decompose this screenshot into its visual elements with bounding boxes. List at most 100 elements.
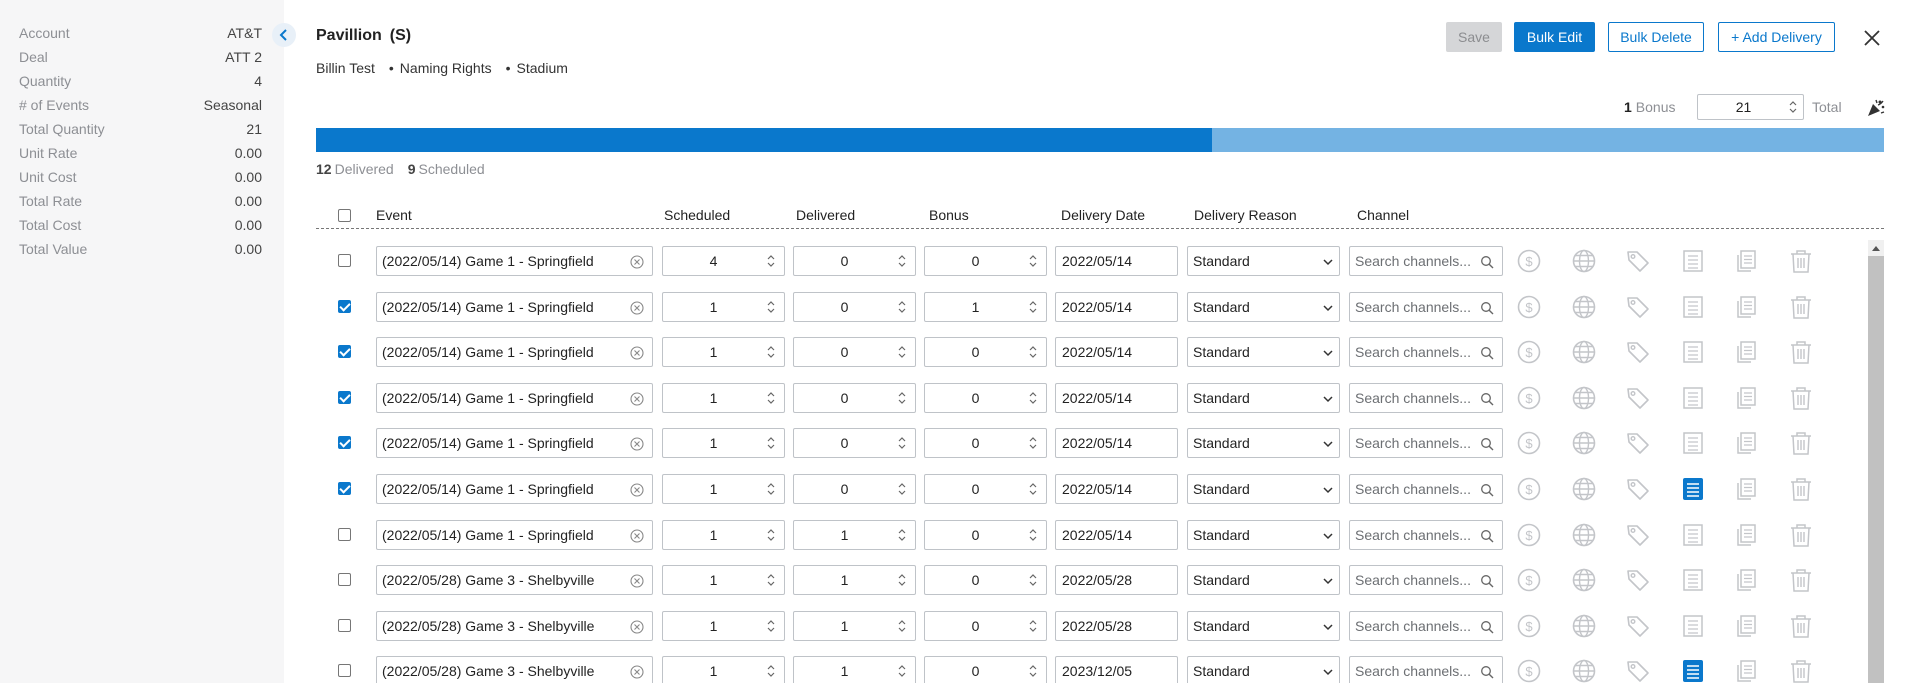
notes-icon[interactable] — [1680, 613, 1706, 639]
spinner-icon[interactable] — [764, 571, 778, 589]
row-checkbox[interactable] — [338, 618, 351, 632]
delivered-input[interactable]: 0 — [793, 382, 916, 413]
delivery-date-input[interactable]: 2022/05/14 — [1055, 246, 1178, 276]
delivery-reason-select[interactable]: Standard — [1187, 656, 1340, 683]
dollar-icon[interactable]: $ — [1516, 567, 1542, 593]
copy-icon[interactable] — [1734, 567, 1760, 593]
tag-icon[interactable] — [1625, 476, 1651, 502]
globe-icon[interactable] — [1571, 385, 1597, 411]
spinner-icon[interactable] — [1026, 662, 1040, 680]
spinner-icon[interactable] — [895, 526, 909, 544]
delivery-reason-select[interactable]: Standard — [1187, 337, 1340, 368]
clear-icon[interactable] — [630, 437, 644, 451]
delivered-input[interactable]: 0 — [793, 291, 916, 322]
spinner-icon[interactable] — [764, 617, 778, 635]
spinner-icon[interactable] — [895, 480, 909, 498]
spinner-icon[interactable] — [764, 662, 778, 680]
clear-icon[interactable] — [630, 574, 644, 588]
notes-icon[interactable] — [1680, 248, 1706, 274]
spinner-icon[interactable] — [1786, 98, 1800, 116]
row-checkbox[interactable] — [338, 527, 351, 541]
bonus-input[interactable]: 0 — [924, 565, 1047, 596]
dollar-icon[interactable]: $ — [1516, 339, 1542, 365]
trash-icon[interactable] — [1788, 476, 1814, 502]
spinner-icon[interactable] — [1026, 480, 1040, 498]
channel-search-input[interactable]: Search channels... — [1349, 656, 1503, 683]
event-select[interactable]: (2022/05/14) Game 1 - Springfield — [376, 337, 653, 368]
spinner-icon[interactable] — [895, 298, 909, 316]
clear-icon[interactable] — [630, 620, 644, 634]
scheduled-input[interactable]: 1 — [662, 428, 785, 459]
delivery-reason-select[interactable]: Standard — [1187, 246, 1340, 276]
clear-icon[interactable] — [630, 346, 644, 360]
dollar-icon[interactable]: $ — [1516, 658, 1542, 683]
spinner-icon[interactable] — [1026, 571, 1040, 589]
delivery-date-input[interactable]: 2022/05/14 — [1055, 382, 1178, 413]
tag-icon[interactable] — [1625, 385, 1651, 411]
spinner-icon[interactable] — [895, 662, 909, 680]
copy-icon[interactable] — [1734, 522, 1760, 548]
notes-icon[interactable] — [1680, 567, 1706, 593]
channel-search-input[interactable]: Search channels... — [1349, 337, 1503, 368]
spinner-icon[interactable] — [1026, 252, 1040, 270]
spinner-icon[interactable] — [764, 434, 778, 452]
bonus-input[interactable]: 0 — [924, 337, 1047, 368]
channel-search-input[interactable]: Search channels... — [1349, 291, 1503, 322]
dollar-icon[interactable]: $ — [1516, 613, 1542, 639]
globe-icon[interactable] — [1571, 567, 1597, 593]
clear-icon[interactable] — [630, 665, 644, 679]
scheduled-input[interactable]: 4 — [662, 246, 785, 276]
bonus-input[interactable]: 0 — [924, 474, 1047, 504]
dollar-icon[interactable]: $ — [1516, 430, 1542, 456]
globe-icon[interactable] — [1571, 248, 1597, 274]
spinner-icon[interactable] — [764, 343, 778, 361]
globe-icon[interactable] — [1571, 339, 1597, 365]
delivery-date-input[interactable]: 2022/05/28 — [1055, 565, 1178, 596]
delivered-input[interactable]: 1 — [793, 610, 916, 641]
copy-icon[interactable] — [1734, 248, 1760, 274]
delivery-date-input[interactable]: 2023/12/05 — [1055, 656, 1178, 683]
spinner-icon[interactable] — [895, 343, 909, 361]
bonus-input[interactable]: 1 — [924, 291, 1047, 322]
close-icon[interactable] — [1862, 28, 1882, 48]
event-select[interactable]: (2022/05/28) Game 3 - Shelbyville — [376, 656, 653, 683]
copy-icon[interactable] — [1734, 339, 1760, 365]
spinner-icon[interactable] — [895, 571, 909, 589]
row-checkbox[interactable] — [338, 664, 351, 678]
trash-icon[interactable] — [1788, 430, 1814, 456]
event-select[interactable]: (2022/05/14) Game 1 - Springfield — [376, 382, 653, 413]
scheduled-input[interactable]: 1 — [662, 337, 785, 368]
globe-icon[interactable] — [1571, 658, 1597, 683]
tag-icon[interactable] — [1625, 613, 1651, 639]
clear-icon[interactable] — [630, 392, 644, 406]
spinner-icon[interactable] — [764, 252, 778, 270]
channel-search-input[interactable]: Search channels... — [1349, 382, 1503, 413]
delivery-reason-select[interactable]: Standard — [1187, 428, 1340, 459]
spinner-icon[interactable] — [1026, 389, 1040, 407]
event-select[interactable]: (2022/05/28) Game 3 - Shelbyville — [376, 565, 653, 596]
notes-icon[interactable] — [1680, 522, 1706, 548]
globe-icon[interactable] — [1571, 294, 1597, 320]
spinner-icon[interactable] — [1026, 298, 1040, 316]
clear-icon[interactable] — [630, 529, 644, 543]
confetti-icon[interactable] — [1866, 98, 1886, 118]
trash-icon[interactable] — [1788, 567, 1814, 593]
dollar-icon[interactable]: $ — [1516, 476, 1542, 502]
clear-icon[interactable] — [630, 255, 644, 269]
channel-search-input[interactable]: Search channels... — [1349, 519, 1503, 550]
scheduled-input[interactable]: 1 — [662, 565, 785, 596]
copy-icon[interactable] — [1734, 385, 1760, 411]
bulk-edit-button[interactable]: Bulk Edit — [1514, 22, 1595, 52]
delivery-date-input[interactable]: 2022/05/14 — [1055, 428, 1178, 459]
copy-icon[interactable] — [1734, 476, 1760, 502]
row-checkbox[interactable] — [338, 390, 351, 404]
channel-search-input[interactable]: Search channels... — [1349, 474, 1503, 504]
spinner-icon[interactable] — [895, 252, 909, 270]
dollar-icon[interactable]: $ — [1516, 248, 1542, 274]
scheduled-input[interactable]: 1 — [662, 519, 785, 550]
channel-search-input[interactable]: Search channels... — [1349, 610, 1503, 641]
tag-icon[interactable] — [1625, 567, 1651, 593]
row-checkbox[interactable] — [338, 345, 351, 359]
globe-icon[interactable] — [1571, 522, 1597, 548]
channel-search-input[interactable]: Search channels... — [1349, 246, 1503, 276]
